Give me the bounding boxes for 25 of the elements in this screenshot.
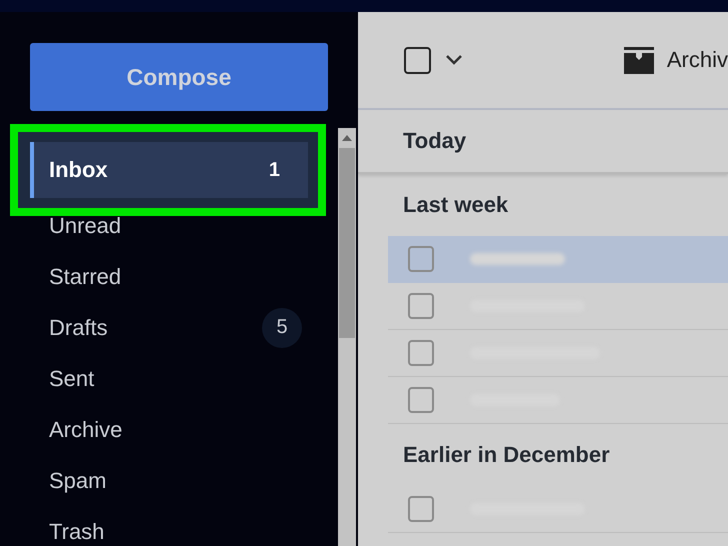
email-row[interactable]	[388, 236, 728, 283]
archive-icon[interactable]	[624, 46, 654, 74]
folder-item[interactable]: Trash	[30, 506, 308, 546]
folder-item[interactable]: Drafts 5	[30, 302, 308, 353]
unread-count: 5	[262, 308, 302, 348]
email-checkbox[interactable]	[408, 246, 434, 272]
scrollbar[interactable]	[338, 128, 356, 546]
email-checkbox[interactable]	[408, 387, 434, 413]
email-checkbox[interactable]	[408, 340, 434, 366]
folder-item[interactable]: Unread	[30, 200, 308, 251]
select-all-checkbox[interactable]	[404, 46, 431, 74]
folder-item[interactable]: Spam	[30, 455, 308, 506]
folder-item[interactable]: Archive	[30, 404, 308, 455]
section-heading: Earlier in December	[403, 442, 610, 468]
section-heading: Last week	[403, 192, 508, 218]
archive-button[interactable]: Archiv	[666, 47, 728, 73]
scroll-up-icon[interactable]	[342, 135, 352, 141]
folder-item[interactable]: Sent	[30, 353, 308, 404]
folder-item[interactable]: Starred	[30, 251, 308, 302]
email-checkbox[interactable]	[408, 293, 434, 319]
section-heading: Today	[403, 128, 466, 154]
unread-count: 1	[268, 158, 280, 182]
folder-item[interactable]: Inbox 1	[30, 142, 308, 198]
chevron-down-icon[interactable]	[445, 54, 463, 66]
email-checkbox[interactable]	[408, 496, 434, 522]
